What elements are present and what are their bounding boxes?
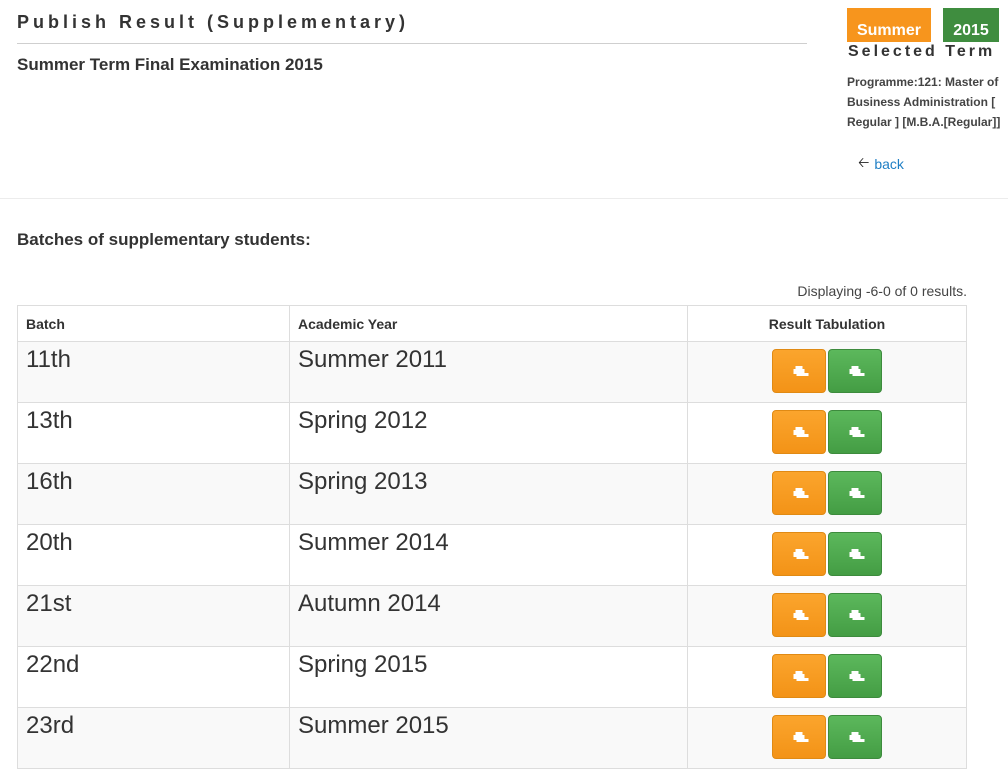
- batches-table: Batch Academic Year Result Tabulation 11…: [17, 305, 967, 769]
- table-row: 11th Summer 2011: [17, 341, 967, 403]
- result-tabulation-cell: [687, 707, 967, 769]
- printer-icon: [793, 427, 805, 437]
- batch-cell: 16th: [17, 463, 290, 525]
- print-result-green-button[interactable]: [828, 471, 882, 515]
- back-link[interactable]: 🡠 back: [858, 152, 904, 176]
- academic-year-cell: Summer 2015: [289, 707, 688, 769]
- result-tabulation-cell: [687, 341, 967, 403]
- academic-year-cell: Spring 2013: [289, 463, 688, 525]
- exam-title: Summer Term Final Examination 2015: [17, 55, 323, 74]
- print-result-orange-button[interactable]: [772, 471, 826, 515]
- print-result-green-button[interactable]: [828, 593, 882, 637]
- table-body: 11th Summer 2011 13th Spring 2012 16th Spring…: [17, 341, 967, 769]
- result-tabulation-cell: [687, 402, 967, 464]
- results-summary: Displaying -6-0 of 0 results.: [797, 283, 967, 299]
- selected-term-label: Selected Term: [848, 43, 996, 60]
- academic-year-cell: Summer 2014: [289, 524, 688, 586]
- academic-year-cell: Summer 2011: [289, 341, 688, 403]
- table-row: 23rd Summer 2015: [17, 707, 967, 769]
- print-result-green-button[interactable]: [828, 654, 882, 698]
- result-tabulation-cell: [687, 585, 967, 647]
- print-result-orange-button[interactable]: [772, 532, 826, 576]
- printer-icon: [849, 488, 861, 498]
- title-divider: [17, 43, 807, 44]
- print-result-orange-button[interactable]: [772, 593, 826, 637]
- printer-icon: [849, 610, 861, 620]
- column-header-academic-year[interactable]: Academic Year: [289, 305, 688, 342]
- arrow-left-icon: 🡠: [858, 154, 870, 170]
- batch-cell: 21st: [17, 585, 290, 647]
- printer-icon: [793, 488, 805, 498]
- academic-year-cell: Autumn 2014: [289, 585, 688, 647]
- table-row: 16th Spring 2013: [17, 463, 967, 525]
- result-tabulation-cell: [687, 463, 967, 525]
- printer-icon: [849, 732, 861, 742]
- print-result-orange-button[interactable]: [772, 410, 826, 454]
- printer-icon: [849, 671, 861, 681]
- print-result-green-button[interactable]: [828, 532, 882, 576]
- table-header-row: Batch Academic Year Result Tabulation: [17, 305, 967, 342]
- printer-icon: [849, 366, 861, 376]
- print-result-orange-button[interactable]: [772, 349, 826, 393]
- print-result-orange-button[interactable]: [772, 715, 826, 759]
- batch-cell: 11th: [17, 341, 290, 403]
- column-header-batch[interactable]: Batch: [17, 305, 290, 342]
- result-tabulation-cell: [687, 646, 967, 708]
- table-row: 21st Autumn 2014: [17, 585, 967, 647]
- printer-icon: [793, 610, 805, 620]
- header-divider: [0, 198, 1008, 199]
- table-row: 20th Summer 2014: [17, 524, 967, 586]
- programme-info: Programme:121: Master of Business Admini…: [847, 75, 1001, 129]
- academic-year-cell: Spring 2012: [289, 402, 688, 464]
- print-result-orange-button[interactable]: [772, 654, 826, 698]
- print-result-green-button[interactable]: [828, 349, 882, 393]
- term-season-badge: Summer: [847, 8, 931, 42]
- batch-cell: 22nd: [17, 646, 290, 708]
- printer-icon: [793, 366, 805, 376]
- page-title: Publish Result (Supplementary): [17, 12, 410, 32]
- print-result-green-button[interactable]: [828, 715, 882, 759]
- result-tabulation-cell: [687, 524, 967, 586]
- printer-icon: [793, 549, 805, 559]
- printer-icon: [849, 549, 861, 559]
- academic-year-cell: Spring 2015: [289, 646, 688, 708]
- printer-icon: [793, 671, 805, 681]
- printer-icon: [793, 732, 805, 742]
- batch-cell: 13th: [17, 402, 290, 464]
- selected-term-badges: Summer 2015: [847, 8, 1007, 42]
- column-header-result-tabulation: Result Tabulation: [687, 305, 967, 342]
- section-heading: Batches of supplementary students:: [17, 230, 311, 249]
- table-row: 22nd Spring 2015: [17, 646, 967, 708]
- printer-icon: [849, 427, 861, 437]
- print-result-green-button[interactable]: [828, 410, 882, 454]
- term-year-badge: 2015: [943, 8, 999, 42]
- batch-cell: 23rd: [17, 707, 290, 769]
- table-row: 13th Spring 2012: [17, 402, 967, 464]
- back-link-label: back: [874, 156, 904, 172]
- batch-cell: 20th: [17, 524, 290, 586]
